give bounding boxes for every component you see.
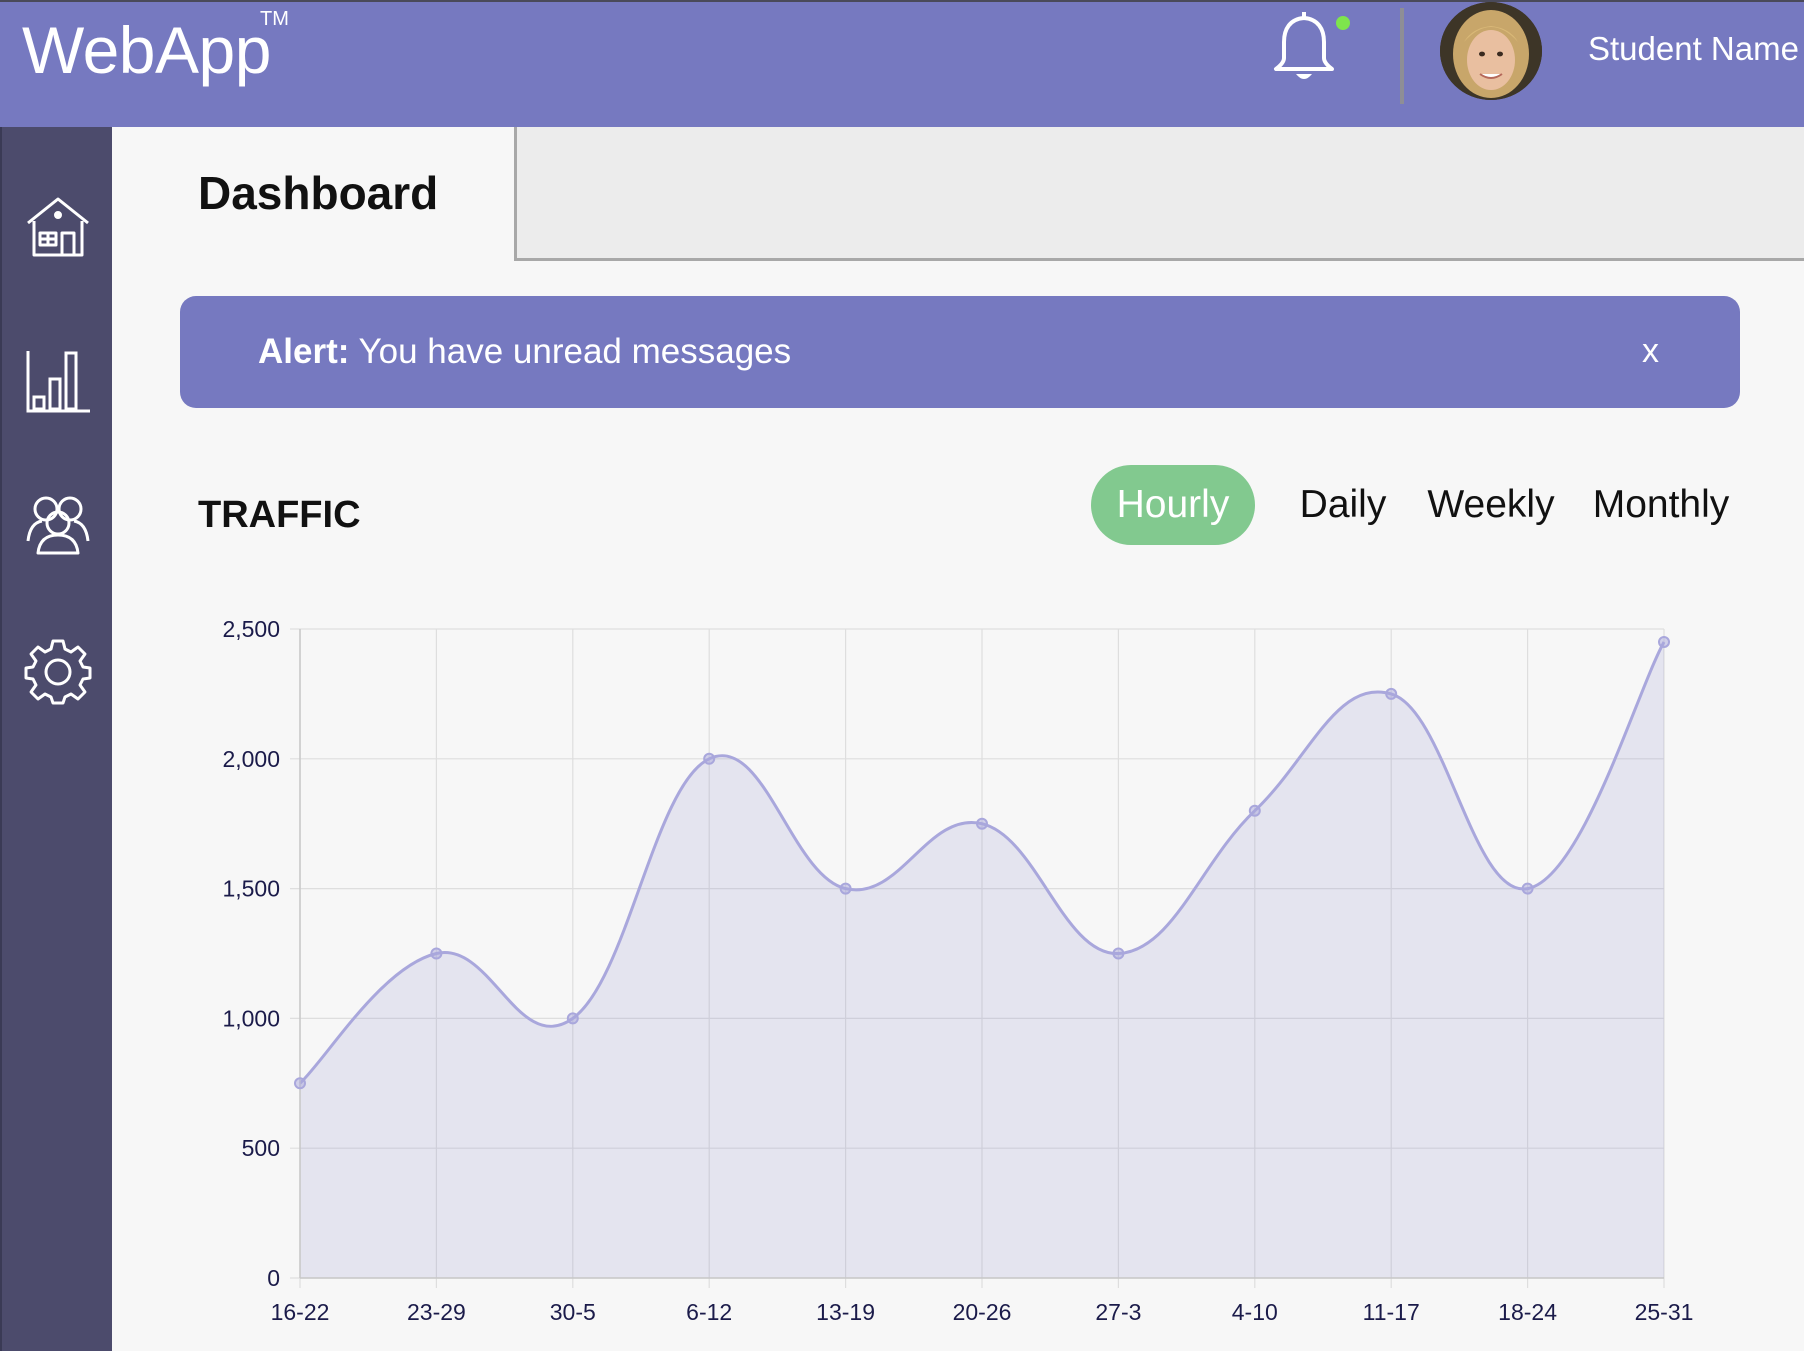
trademark-symbol: TM <box>260 8 289 30</box>
y-tick-label: 1,500 <box>222 876 280 902</box>
data-point <box>1248 804 1261 817</box>
page-title: Dashboard <box>198 167 439 219</box>
alert-close-button[interactable]: x <box>1642 332 1659 371</box>
y-tick-label: 500 <box>242 1135 280 1161</box>
data-point <box>976 817 988 830</box>
search-panel[interactable] <box>514 127 1804 261</box>
x-tick-label: 18-24 <box>1498 1299 1557 1325</box>
x-tick-label: 27-3 <box>1095 1299 1141 1325</box>
alert-text: Alert: You have unread messages <box>258 332 791 372</box>
data-point <box>294 1077 306 1090</box>
y-tick-label: 2,500 <box>222 616 280 642</box>
y-tick-label: 1,000 <box>222 1005 280 1031</box>
data-point <box>430 947 443 960</box>
alert-label: Alert: <box>258 332 350 371</box>
traffic-title: TRAFFIC <box>198 494 361 536</box>
bell-icon[interactable] <box>1268 12 1340 88</box>
data-point <box>566 1012 579 1025</box>
app-logo[interactable]: WebApp <box>22 12 271 88</box>
tab-weekly[interactable]: Weekly <box>1420 465 1562 545</box>
avatar-photo <box>1440 2 1542 100</box>
tab-monthly[interactable]: Monthly <box>1588 465 1734 545</box>
alert-message: You have unread messages <box>358 332 792 371</box>
x-tick-label: 4-10 <box>1232 1299 1278 1325</box>
data-point <box>1658 635 1670 648</box>
sidebar <box>0 127 112 1351</box>
x-tick-label: 30-5 <box>550 1299 596 1325</box>
data-point <box>1385 687 1398 700</box>
x-tick-label: 16-22 <box>271 1299 330 1325</box>
data-point <box>703 752 716 765</box>
header-divider <box>1400 8 1404 104</box>
x-tick-label: 23-29 <box>407 1299 466 1325</box>
tab-hourly[interactable]: Hourly <box>1091 465 1255 545</box>
x-tick-label: 6-12 <box>686 1299 732 1325</box>
data-point <box>1521 882 1534 895</box>
notification-dot <box>1336 16 1350 30</box>
users-icon[interactable] <box>24 489 92 557</box>
top-header: WebApp TM Student Name <box>0 0 1804 127</box>
user-name[interactable]: Student Name <box>1588 30 1799 68</box>
x-tick-label: 13-19 <box>816 1299 875 1325</box>
home-icon[interactable] <box>24 193 92 261</box>
data-point <box>1112 947 1125 960</box>
x-tick-label: 20-26 <box>953 1299 1012 1325</box>
user-avatar[interactable] <box>1440 2 1542 100</box>
x-tick-label: 11-17 <box>1363 1299 1420 1325</box>
y-tick-label: 2,000 <box>222 746 280 772</box>
alert-banner: Alert: You have unread messages x <box>180 296 1740 408</box>
traffic-chart: 0 500 1,000 1,500 2,000 2,500 16-22 23-29 30-5 6-… <box>222 616 1694 1325</box>
data-point <box>839 882 852 895</box>
y-tick-label: 0 <box>267 1265 280 1291</box>
x-tick-label: 25-31 <box>1635 1299 1694 1325</box>
gear-icon[interactable] <box>24 637 92 705</box>
bar-chart-icon[interactable] <box>24 347 92 415</box>
tab-daily[interactable]: Daily <box>1288 465 1398 545</box>
